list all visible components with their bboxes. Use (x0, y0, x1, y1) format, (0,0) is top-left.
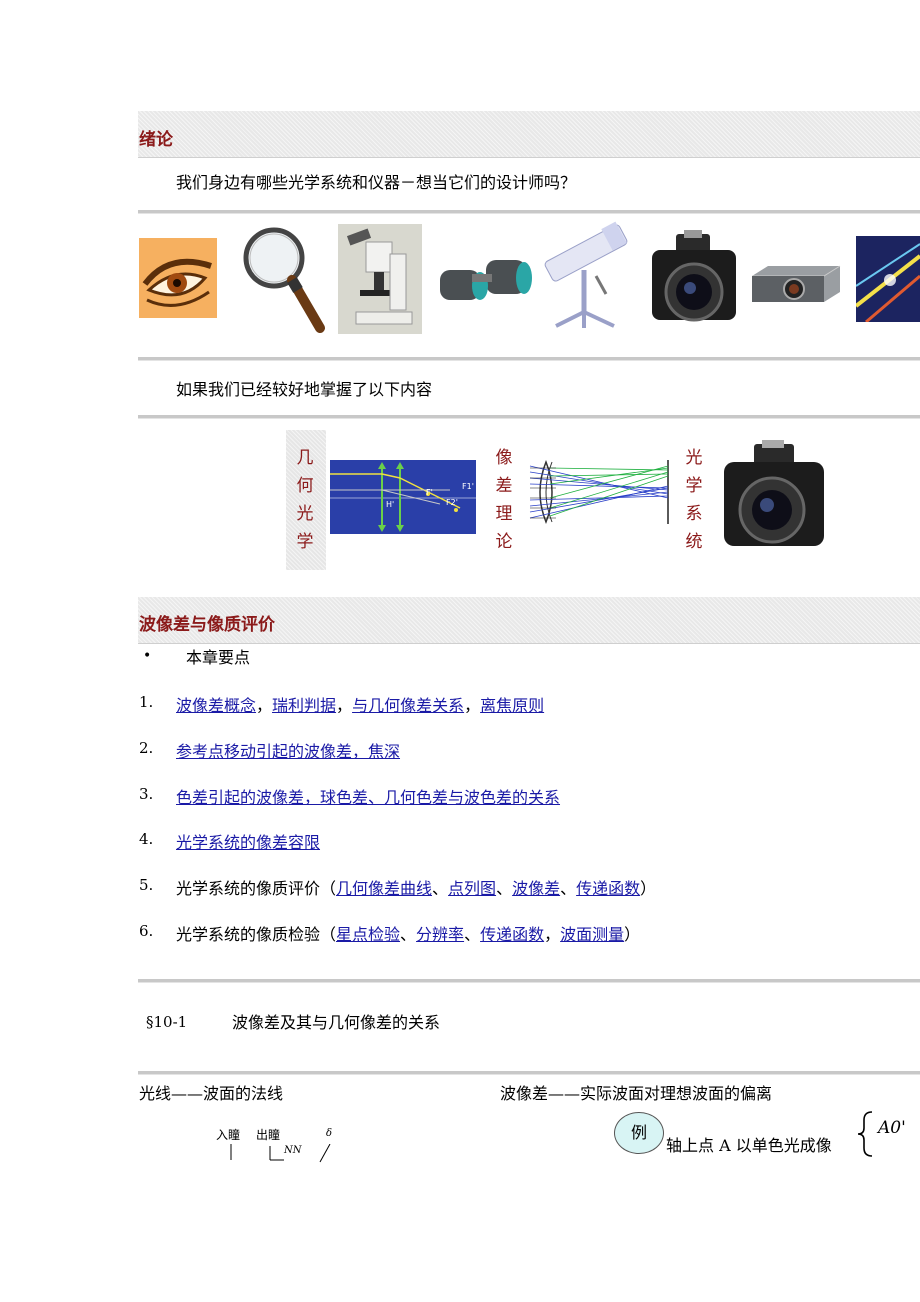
list-item-text: 、 (496, 879, 513, 898)
optical-system-char: 光 (685, 448, 703, 468)
list-item-text: ） (640, 879, 657, 898)
divider (138, 979, 920, 983)
list-item-number: 5. (139, 876, 154, 894)
topic-link[interactable]: 点列图 (448, 879, 496, 898)
list-item-text: 、 (400, 925, 417, 944)
section-title-intro: 绪论 (139, 130, 173, 150)
camera-image (648, 230, 740, 328)
divider (138, 357, 920, 361)
entrance-pupil-label: 入瞳 (216, 1128, 241, 1142)
geometric-optics-char: 学 (296, 532, 314, 552)
list-item-text: 、 (560, 879, 577, 898)
bullet-glyph: • (143, 648, 152, 664)
geometric-optics-char: 光 (296, 504, 314, 524)
eye-image (139, 238, 217, 318)
aberration-ray-fan-diagram (526, 458, 676, 526)
topic-link[interactable]: 与几何像差关系 (352, 696, 464, 715)
image-point-label: A0' (878, 1118, 906, 1138)
diagram-label-f1: F1' (462, 482, 474, 491)
list-item-text: 、 (464, 925, 481, 944)
camera-image (720, 440, 828, 552)
topic-link[interactable]: 波像差概念 (176, 696, 256, 715)
list-item: 光学系统的像质评价（几何像差曲线、点列图、波像差、传递函数） (176, 875, 656, 899)
aberration-theory-char: 理 (495, 504, 513, 524)
section-header-bar (138, 111, 920, 158)
optical-system-char: 学 (685, 476, 703, 496)
aberration-theory-char: 像 (495, 448, 513, 468)
topic-link[interactable]: 传递函数 (480, 925, 544, 944)
divider (138, 1071, 920, 1075)
geometric-optics-char: 几 (296, 448, 314, 468)
list-item: 参考点移动引起的波像差，焦深 (176, 738, 400, 762)
topic-link[interactable]: 星点检验 (336, 925, 400, 944)
list-item-number: 4. (139, 830, 154, 848)
divider (138, 210, 920, 214)
list-item: 光学系统的像质检验（星点检验、分辨率、传递函数，波面测量） (176, 921, 640, 945)
list-item: 光学系统的像差容限 (176, 829, 320, 853)
topic-link[interactable]: 几何像差曲线 (336, 879, 432, 898)
list-item-text: 光学系统的像质评价（ (176, 879, 337, 898)
aberration-theory-char: 差 (495, 476, 513, 496)
pupil-diagram (224, 1143, 404, 1164)
magnifying-glass-image (240, 224, 326, 334)
topic-link[interactable]: 瑞利判据 (272, 696, 336, 715)
topic-link[interactable]: 离焦原则 (480, 696, 544, 715)
brace-icon (856, 1110, 876, 1158)
list-item-text: ， (464, 696, 481, 715)
intro-question: 我们身边有哪些光学系统和仪器－想当它们的设计师吗？ (176, 173, 577, 192)
section-title-wave-aberration: 波像差与像质评价 (139, 615, 275, 635)
topic-link[interactable]: 光学系统的像差容限 (176, 833, 320, 852)
section-number: §10-1 (146, 1013, 188, 1031)
lens-ray-diagram (330, 460, 476, 534)
aberration-theory-char: 论 (495, 532, 513, 552)
list-item: 色差引起的波像差，球色差、几何色差与波色差的关系 (176, 784, 560, 808)
divider (138, 415, 920, 419)
list-item-text: ， (336, 696, 353, 715)
section-heading: 波像差及其与几何像差的关系 (232, 1013, 441, 1032)
wave-aberration-definition: 波像差——实际波面对理想波面的偏离 (500, 1084, 773, 1103)
list-item-text: ， (544, 925, 561, 944)
projector-image (748, 262, 844, 304)
ray-definition: 光线——波面的法线 (139, 1084, 284, 1103)
topic-link[interactable]: 参考点移动引起的波像差，焦深 (176, 742, 400, 761)
laser-image (854, 236, 920, 324)
example-text: 轴上点 A 以单色光成像 (666, 1136, 832, 1155)
intro-statement: 如果我们已经较好地掌握了以下内容 (176, 380, 433, 399)
list-item-number: 2. (139, 739, 154, 757)
chapter-key-points: 本章要点 (186, 648, 251, 667)
geometric-optics-char: 何 (296, 476, 314, 496)
microscope-image (338, 224, 422, 334)
topic-link[interactable]: 波面测量 (560, 925, 624, 944)
normal-marks: NN (284, 1145, 302, 1156)
list-item-text: ） (624, 925, 641, 944)
optical-system-char: 统 (685, 532, 703, 552)
list-item-number: 3. (139, 785, 154, 803)
list-item: 波像差概念，瑞利判据，与几何像差关系，离焦原则 (176, 692, 544, 716)
delta-symbol: δ (326, 1128, 333, 1139)
diagram-label-f: F' (426, 488, 433, 497)
topic-link[interactable]: 色差引起的波像差，球色差、几何色差与波色差的关系 (176, 788, 560, 807)
list-item-number: 6. (139, 922, 154, 940)
diagram-label-f2: F2' (446, 498, 458, 507)
example-badge: 例 (614, 1112, 664, 1154)
topic-link[interactable]: 传递函数 (576, 879, 640, 898)
exit-pupil-label: 出瞳 (256, 1128, 281, 1142)
binoculars-image (436, 252, 532, 308)
topic-link[interactable]: 分辨率 (416, 925, 464, 944)
diagram-label-h: H' (386, 500, 395, 509)
list-item-number: 1. (139, 693, 154, 711)
optical-system-char: 系 (685, 504, 703, 524)
topic-link[interactable]: 波像差 (512, 879, 560, 898)
list-item-text: 、 (432, 879, 449, 898)
list-item-text: ， (256, 696, 273, 715)
telescope-image (534, 220, 634, 332)
list-item-text: 光学系统的像质检验（ (176, 925, 337, 944)
